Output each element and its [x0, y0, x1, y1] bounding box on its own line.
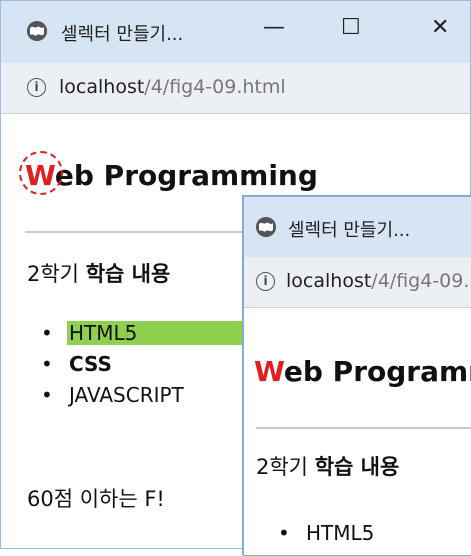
- info-icon[interactable]: i: [256, 272, 275, 291]
- footer-text: 60점 이하는 F!: [27, 487, 165, 511]
- dashed-circle-annotation: [19, 151, 63, 195]
- close-button[interactable]: ✕: [431, 15, 449, 40]
- window-title: 셀렉터 만들기...: [288, 220, 411, 241]
- divider: [256, 427, 471, 429]
- list-item: HTML5: [278, 518, 375, 549]
- paragraph-bold: 학습 내용: [85, 262, 171, 286]
- paragraph-bold: 학습 내용: [314, 455, 400, 479]
- address-bar[interactable]: i localhost/4/fig4-09.html: [1, 63, 470, 114]
- minimize-button[interactable]: —: [263, 15, 285, 40]
- course-list: HTML5: [278, 518, 375, 549]
- heading-first-letter: W: [254, 355, 284, 388]
- heading-rest: eb Programming: [54, 159, 318, 192]
- info-icon[interactable]: i: [27, 78, 46, 97]
- title-bar[interactable]: 셀렉터 만들기... — ☐ ✕: [1, 1, 470, 63]
- list-item-highlighted: HTML5: [67, 321, 248, 345]
- page-heading: Web Programming: [19, 151, 318, 195]
- page-content: Web Programming 2학기 학습 내용 HTML5: [244, 308, 471, 555]
- url-text[interactable]: localhost/4/fig4-09.html: [286, 270, 471, 292]
- maximize-button[interactable]: ☐: [341, 15, 361, 40]
- globe-icon: [27, 21, 47, 41]
- globe-icon: [256, 217, 276, 237]
- page-heading: Web Programming: [254, 355, 471, 388]
- paragraph: 2학기 학습 내용: [256, 455, 400, 479]
- address-bar[interactable]: i localhost/4/fig4-09.html: [244, 257, 471, 308]
- list-item: JAVASCRIPT: [41, 380, 247, 411]
- heading-rest: eb Programming: [283, 355, 471, 388]
- url-text[interactable]: localhost/4/fig4-09.html: [59, 76, 286, 98]
- paragraph: 2학기 학습 내용: [27, 262, 171, 286]
- course-list: HTML5 CSS JAVASCRIPT: [41, 318, 248, 411]
- list-item: HTML5: [41, 318, 248, 349]
- browser-window-overlay: 셀렉터 만들기... i localhost/4/fig4-09.html We…: [243, 196, 471, 556]
- window-title: 셀렉터 만들기...: [61, 24, 184, 45]
- title-bar[interactable]: 셀렉터 만들기...: [244, 197, 471, 257]
- list-item: CSS: [41, 349, 247, 380]
